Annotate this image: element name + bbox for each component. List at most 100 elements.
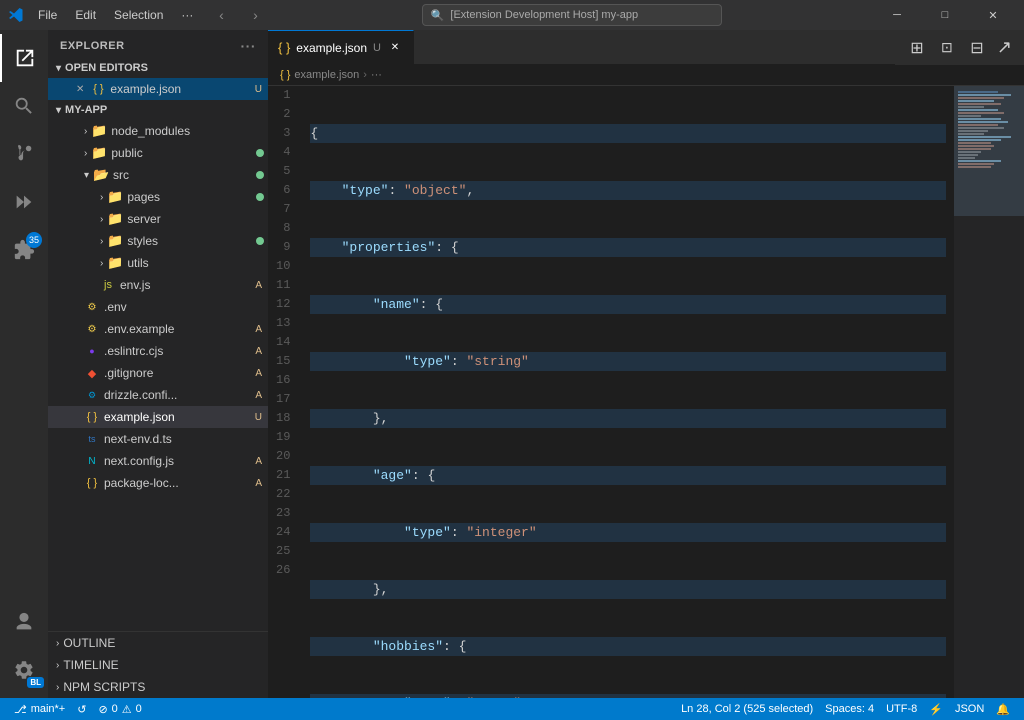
- file-item-env-example[interactable]: ⚙ .env.example A: [48, 318, 268, 340]
- eol-icon: ⚡: [929, 703, 943, 716]
- json-file-icon: { }: [90, 81, 106, 97]
- line-number-8: 8: [276, 219, 290, 238]
- code-line-1: {: [310, 124, 946, 143]
- activity-item-search[interactable]: [0, 82, 48, 130]
- split-editor-button[interactable]: ⊡: [933, 34, 961, 62]
- open-editor-item-example-json[interactable]: ✕ { } example.json U: [48, 78, 268, 100]
- file-item-drizzle[interactable]: ⚙ drizzle.confi... A: [48, 384, 268, 406]
- menu-edit[interactable]: Edit: [67, 6, 104, 24]
- chevron-right-icon: ›: [84, 148, 87, 159]
- outline-section[interactable]: › OUTLINE: [48, 632, 268, 654]
- folder-item-src[interactable]: ▾ 📂 src: [48, 164, 268, 186]
- status-encoding[interactable]: UTF-8: [880, 698, 923, 720]
- folder-item-utils[interactable]: › 📁 utils: [48, 252, 268, 274]
- activity-item-source-control[interactable]: [0, 130, 48, 178]
- file-name-label: env.js: [120, 278, 251, 292]
- more-actions-button[interactable]: ⊟: [963, 34, 991, 62]
- file-item-package-lock[interactable]: { } package-loc... A: [48, 472, 268, 494]
- line-number-14: 14: [276, 333, 290, 352]
- minimize-button[interactable]: ─: [874, 0, 920, 30]
- file-item-gitignore[interactable]: ◆ .gitignore A: [48, 362, 268, 384]
- git-status-badge: [256, 193, 264, 201]
- restore-button[interactable]: □: [922, 0, 968, 30]
- tab-example-json[interactable]: { } example.json U ✕: [268, 30, 414, 65]
- titlebar-controls: ─ □ ✕: [874, 0, 1016, 30]
- tabs-bar: { } example.json U ✕ ⊞ ⊡ ⊟ ↗: [268, 30, 1024, 65]
- line-number-10: 10: [276, 257, 290, 276]
- project-header[interactable]: ▾ MY-APP: [48, 100, 268, 120]
- file-name-label: example.json: [104, 410, 251, 424]
- json-icon: { }: [84, 475, 100, 491]
- activity-item-account[interactable]: [0, 598, 48, 646]
- menu-file[interactable]: File: [30, 6, 65, 24]
- timeline-section[interactable]: › TIMELINE: [48, 654, 268, 676]
- code-content[interactable]: { "type": "object", "properties": { "nam…: [302, 86, 954, 698]
- line-number-16: 16: [276, 371, 290, 390]
- search-box[interactable]: 🔍 [Extension Development Host] my-app: [422, 4, 722, 26]
- folder-name: pages: [127, 190, 252, 204]
- activity-item-extensions[interactable]: 35: [0, 226, 48, 274]
- git-status-badge: A: [255, 346, 268, 357]
- activity-bottom: BL: [0, 598, 48, 694]
- tab-modified-badge: U: [373, 42, 381, 54]
- status-language[interactable]: JSON: [949, 698, 990, 720]
- file-item-example-json[interactable]: { } example.json U: [48, 406, 268, 428]
- tab-close-button[interactable]: ✕: [387, 40, 403, 56]
- status-eol[interactable]: ⚡: [923, 698, 949, 720]
- file-item-eslintrc[interactable]: ● .eslintrc.cjs A: [48, 340, 268, 362]
- sidebar-more-icon[interactable]: ···: [241, 38, 257, 54]
- status-sync[interactable]: ↺: [71, 698, 92, 720]
- status-notifications[interactable]: 🔔: [990, 698, 1016, 720]
- open-editor-filename: example.json: [110, 82, 250, 96]
- status-spaces[interactable]: Spaces: 4: [819, 698, 880, 720]
- chevron-down-icon: ▾: [56, 63, 61, 74]
- file-item-env[interactable]: ⚙ .env: [48, 296, 268, 318]
- file-name-label: next.config.js: [104, 454, 251, 468]
- git-status-badge: A: [255, 456, 268, 467]
- line-number-12: 12: [276, 295, 290, 314]
- status-errors[interactable]: ⊘ 0 ⚠ 0: [92, 698, 147, 720]
- activity-item-debug[interactable]: [0, 178, 48, 226]
- env-icon: ⚙: [84, 299, 100, 315]
- open-editors-header[interactable]: ▾ OPEN EDITORS: [48, 58, 268, 78]
- main-layout: 35 BL EXPLORER ··· ▾ OPEN EDITORS: [0, 30, 1024, 698]
- folder-item-node-modules[interactable]: › 📁 node_modules: [48, 120, 268, 142]
- line-number-9: 9: [276, 238, 290, 257]
- file-name-label: .eslintrc.cjs: [104, 344, 251, 358]
- close-button[interactable]: ✕: [970, 0, 1016, 30]
- git-status-badge: U: [255, 412, 268, 423]
- toggle-sidebar-button[interactable]: ⊞: [903, 34, 931, 62]
- line-number-25: 25: [276, 542, 290, 561]
- npm-scripts-section[interactable]: › NPM SCRIPTS: [48, 676, 268, 698]
- titlebar: File Edit Selection ··· ‹ › 🔍 [Extension…: [0, 0, 1024, 30]
- line-number-18: 18: [276, 409, 290, 428]
- breadcrumb-file[interactable]: example.json: [294, 69, 359, 81]
- nav-forward-button[interactable]: ›: [241, 4, 269, 26]
- file-item-next-config[interactable]: N next.config.js A: [48, 450, 268, 472]
- file-item-next-env[interactable]: ts next-env.d.ts: [48, 428, 268, 450]
- status-position[interactable]: Ln 28, Col 2 (525 selected): [675, 698, 819, 720]
- git-status-badge: [256, 149, 264, 157]
- file-item-env-js[interactable]: js env.js A: [48, 274, 268, 296]
- nav-back-button[interactable]: ‹: [207, 4, 235, 26]
- folder-item-server[interactable]: › 📁 server: [48, 208, 268, 230]
- chevron-right-icon: ›: [100, 236, 103, 247]
- menu-more[interactable]: ···: [173, 6, 201, 24]
- status-branch[interactable]: ⎇ main*+: [8, 698, 71, 720]
- line-number-15: 15: [276, 352, 290, 371]
- sync-icon: ↺: [77, 703, 86, 716]
- activity-item-explorer[interactable]: [0, 34, 48, 82]
- line-number-22: 22: [276, 485, 290, 504]
- folder-item-public[interactable]: › 📁 public: [48, 142, 268, 164]
- menu-selection[interactable]: Selection: [106, 6, 171, 24]
- code-line-9: },: [310, 580, 946, 599]
- breadcrumb-separator: ›: [363, 69, 367, 81]
- folder-item-styles[interactable]: › 📁 styles: [48, 230, 268, 252]
- spaces-label: Spaces: 4: [825, 703, 874, 715]
- activity-item-settings[interactable]: BL: [0, 646, 48, 694]
- folder-item-pages[interactable]: › 📁 pages: [48, 186, 268, 208]
- code-line-5: "type": "string": [310, 352, 946, 371]
- close-file-icon[interactable]: ✕: [76, 84, 84, 95]
- breadcrumb-more[interactable]: ···: [371, 69, 382, 81]
- tab-json-icon: { }: [278, 40, 290, 55]
